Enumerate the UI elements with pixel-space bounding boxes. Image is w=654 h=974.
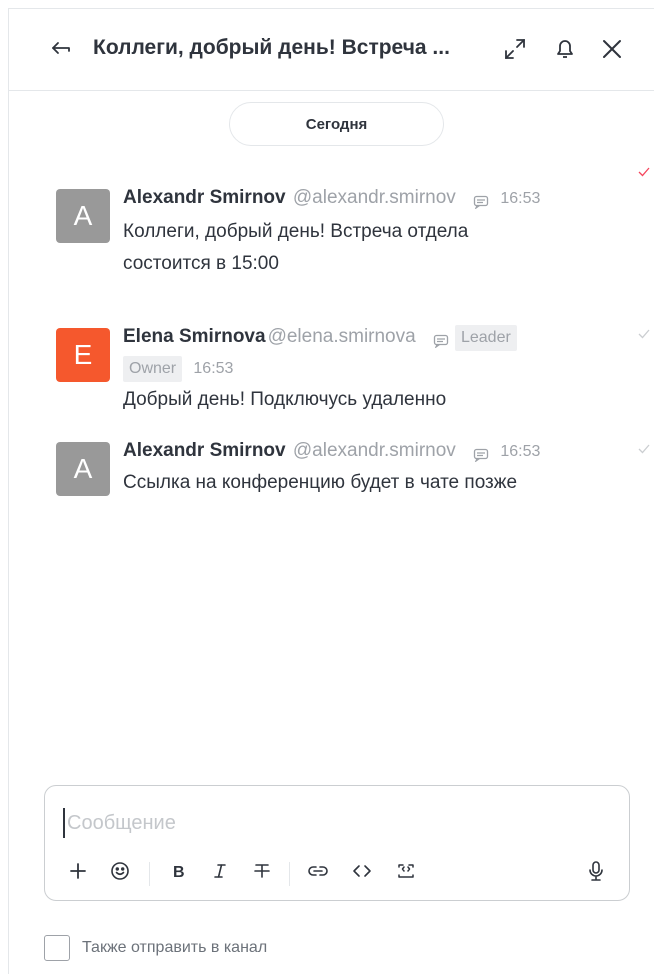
- avatar[interactable]: E: [56, 328, 110, 382]
- message-text: Коллеги, добрый день! Встреча отдела сос…: [123, 216, 593, 280]
- thread-panel: Коллеги, добрый день! Встреча ... Сегодн…: [8, 8, 654, 974]
- also-send-label[interactable]: Также отправить в канал: [82, 939, 267, 957]
- thread-title: Коллеги, добрый день! Встреча ...: [93, 36, 450, 59]
- message-time: 16:53: [500, 190, 541, 207]
- message-handle: @alexandr.smirnov: [292, 440, 456, 461]
- message-composer: B: [44, 785, 630, 901]
- code-block-icon[interactable]: [393, 858, 419, 884]
- link-icon[interactable]: [305, 858, 331, 884]
- message-text-line: Добрый день! Подключусь удаленно: [123, 389, 447, 410]
- thread-icon: [433, 330, 449, 349]
- strikethrough-icon[interactable]: [249, 858, 275, 884]
- message-text: Добрый день! Подключусь удаленно: [123, 384, 593, 416]
- read-check-icon: [637, 442, 651, 456]
- message-author[interactable]: Alexandr Smirnov: [123, 440, 286, 461]
- message-text-line: состоится в 15:00: [123, 253, 279, 274]
- message-author[interactable]: Alexandr Smirnov: [123, 187, 286, 208]
- read-check-icon: [637, 165, 651, 179]
- expand-icon[interactable]: [502, 36, 528, 62]
- avatar[interactable]: A: [56, 189, 110, 243]
- message-time: 16:53: [193, 360, 234, 377]
- back-arrow-icon[interactable]: [49, 37, 73, 61]
- thread-icon: [473, 191, 489, 210]
- close-icon[interactable]: [599, 36, 625, 62]
- message-author[interactable]: Elena Smirnova: [123, 326, 266, 347]
- message-text-line: Ссылка на конференцию будет в чате позже: [123, 472, 518, 493]
- microphone-icon[interactable]: [583, 858, 609, 884]
- read-check-icon: [637, 327, 651, 341]
- role-badge: Owner: [123, 356, 183, 382]
- avatar[interactable]: A: [56, 442, 110, 496]
- message-input[interactable]: [63, 808, 603, 838]
- composer-toolbar: B: [65, 858, 615, 888]
- message-text: Ссылка на конференцию будет в чате позже: [123, 467, 593, 499]
- also-send-option: Также отправить в канал: [44, 935, 267, 961]
- svg-text:B: B: [173, 864, 185, 881]
- message-handle: @elena.smirnova: [267, 326, 416, 347]
- date-divider: Сегодня: [229, 102, 444, 146]
- thread-icon: [473, 444, 489, 463]
- also-send-checkbox[interactable]: [44, 935, 70, 961]
- thread-header: Коллеги, добрый день! Встреча ...: [9, 9, 654, 91]
- italic-icon[interactable]: [207, 858, 233, 884]
- bell-icon[interactable]: [552, 36, 578, 62]
- emoji-icon[interactable]: [107, 858, 133, 884]
- code-icon[interactable]: [349, 858, 375, 884]
- role-badge: Leader: [454, 325, 517, 351]
- bold-icon[interactable]: B: [165, 858, 191, 884]
- plus-icon[interactable]: [65, 858, 91, 884]
- message-text-line: Коллеги, добрый день! Встреча отдела: [123, 221, 469, 242]
- message-handle: @alexandr.smirnov: [292, 187, 456, 208]
- message-time: 16:53: [500, 443, 541, 460]
